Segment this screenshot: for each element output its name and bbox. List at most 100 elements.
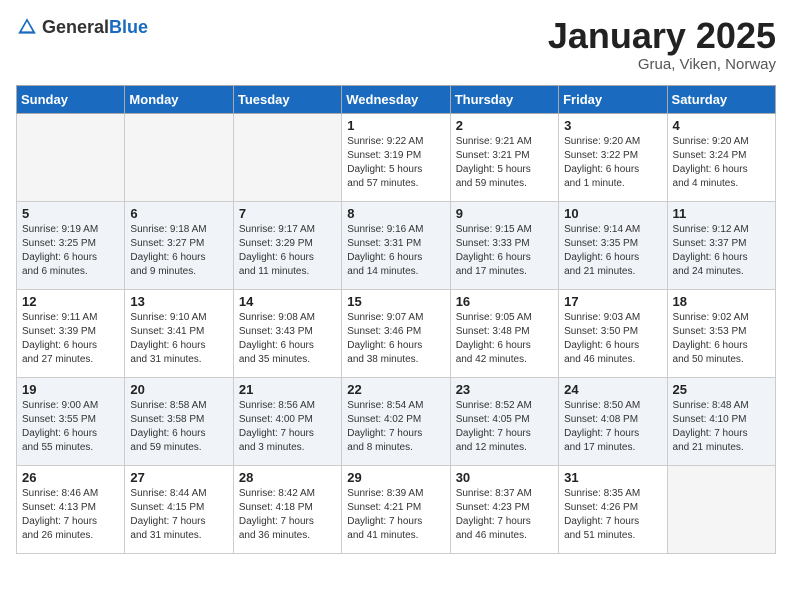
day-detail: Sunrise: 9:00 AM Sunset: 3:55 PM Dayligh… (22, 399, 119, 455)
day-number: 4 (673, 118, 770, 133)
calendar-cell: 13 Sunrise: 9:10 AM Sunset: 3:41 PM Dayli… (125, 289, 233, 377)
calendar-cell: 9 Sunrise: 9:15 AM Sunset: 3:33 PM Daylig… (450, 201, 558, 289)
day-number: 25 (673, 382, 770, 397)
calendar-cell: 2 Sunrise: 9:21 AM Sunset: 3:21 PM Daylig… (450, 113, 558, 201)
day-number: 14 (239, 294, 336, 309)
day-detail: Sunrise: 9:08 AM Sunset: 3:43 PM Dayligh… (239, 311, 336, 367)
day-number: 12 (22, 294, 119, 309)
calendar-cell: 10Sunrise: 9:14 AM Sunset: 3:35 PM Dayli… (559, 201, 667, 289)
day-detail: Sunrise: 9:02 AM Sunset: 3:53 PM Dayligh… (673, 311, 770, 367)
calendar-cell: 18 Sunrise: 9:02 AM Sunset: 3:53 PM Dayli… (667, 289, 775, 377)
day-detail: Sunrise: 9:19 AM Sunset: 3:25 PM Dayligh… (22, 223, 119, 279)
day-number: 22 (347, 382, 444, 397)
calendar-cell: 24Sunrise: 8:50 AM Sunset: 4:08 PM Dayli… (559, 377, 667, 465)
day-detail: Sunrise: 8:35 AM Sunset: 4:26 PM Dayligh… (564, 487, 661, 543)
calendar-cell: 27Sunrise: 8:44 AM Sunset: 4:15 PM Dayli… (125, 465, 233, 553)
calendar-table: SundayMondayTuesdayWednesdayThursdayFrid… (16, 85, 776, 554)
logo: GeneralBlue (16, 16, 148, 38)
calendar-cell: 14 Sunrise: 9:08 AM Sunset: 3:43 PM Dayli… (233, 289, 341, 377)
day-detail: Sunrise: 8:42 AM Sunset: 4:18 PM Dayligh… (239, 487, 336, 543)
day-number: 20 (130, 382, 227, 397)
day-number: 10 (564, 206, 661, 221)
weekday-header-tuesday: Tuesday (233, 85, 341, 113)
day-number: 27 (130, 470, 227, 485)
day-detail: Sunrise: 8:56 AM Sunset: 4:00 PM Dayligh… (239, 399, 336, 455)
day-detail: Sunrise: 8:39 AM Sunset: 4:21 PM Dayligh… (347, 487, 444, 543)
day-detail: Sunrise: 9:05 AM Sunset: 3:48 PM Dayligh… (456, 311, 553, 367)
day-number: 19 (22, 382, 119, 397)
calendar-cell: 29 Sunrise: 8:39 AM Sunset: 4:21 PM Dayli… (342, 465, 450, 553)
day-number: 26 (22, 470, 119, 485)
calendar-cell: 7 Sunrise: 9:17 AM Sunset: 3:29 PM Daylig… (233, 201, 341, 289)
day-detail: Sunrise: 8:50 AM Sunset: 4:08 PM Dayligh… (564, 399, 661, 455)
day-detail: Sunrise: 9:12 AM Sunset: 3:37 PM Dayligh… (673, 223, 770, 279)
calendar-cell: 11 Sunrise: 9:12 AM Sunset: 3:37 PM Dayli… (667, 201, 775, 289)
day-number: 3 (564, 118, 661, 133)
calendar-cell: 31 Sunrise: 8:35 AM Sunset: 4:26 PM Dayli… (559, 465, 667, 553)
day-detail: Sunrise: 9:10 AM Sunset: 3:41 PM Dayligh… (130, 311, 227, 367)
day-number: 30 (456, 470, 553, 485)
day-detail: Sunrise: 9:11 AM Sunset: 3:39 PM Dayligh… (22, 311, 119, 367)
day-number: 17 (564, 294, 661, 309)
day-detail: Sunrise: 9:17 AM Sunset: 3:29 PM Dayligh… (239, 223, 336, 279)
calendar-cell (667, 465, 775, 553)
week-row-2: 12 Sunrise: 9:11 AM Sunset: 3:39 PM Dayli… (17, 289, 776, 377)
calendar-cell: 17 Sunrise: 9:03 AM Sunset: 3:50 PM Dayli… (559, 289, 667, 377)
weekday-header-monday: Monday (125, 85, 233, 113)
day-number: 7 (239, 206, 336, 221)
day-number: 11 (673, 206, 770, 221)
calendar-location: Grua, Viken, Norway (548, 56, 776, 73)
calendar-cell: 3 Sunrise: 9:20 AM Sunset: 3:22 PM Daylig… (559, 113, 667, 201)
day-number: 15 (347, 294, 444, 309)
weekday-header-row: SundayMondayTuesdayWednesdayThursdayFrid… (17, 85, 776, 113)
day-detail: Sunrise: 9:16 AM Sunset: 3:31 PM Dayligh… (347, 223, 444, 279)
calendar-cell: 15 Sunrise: 9:07 AM Sunset: 3:46 PM Dayli… (342, 289, 450, 377)
day-number: 23 (456, 382, 553, 397)
day-detail: Sunrise: 8:37 AM Sunset: 4:23 PM Dayligh… (456, 487, 553, 543)
calendar-cell: 26 Sunrise: 8:46 AM Sunset: 4:13 PM Dayli… (17, 465, 125, 553)
day-detail: Sunrise: 9:20 AM Sunset: 3:22 PM Dayligh… (564, 135, 661, 191)
day-detail: Sunrise: 9:15 AM Sunset: 3:33 PM Dayligh… (456, 223, 553, 279)
page-header: GeneralBlue January 2025 Grua, Viken, No… (16, 16, 776, 73)
calendar-cell: 8 Sunrise: 9:16 AM Sunset: 3:31 PM Daylig… (342, 201, 450, 289)
day-number: 1 (347, 118, 444, 133)
weekday-header-friday: Friday (559, 85, 667, 113)
calendar-cell: 12 Sunrise: 9:11 AM Sunset: 3:39 PM Dayli… (17, 289, 125, 377)
day-detail: Sunrise: 9:18 AM Sunset: 3:27 PM Dayligh… (130, 223, 227, 279)
day-detail: Sunrise: 9:21 AM Sunset: 3:21 PM Dayligh… (456, 135, 553, 191)
calendar-cell: 28 Sunrise: 8:42 AM Sunset: 4:18 PM Dayli… (233, 465, 341, 553)
day-detail: Sunrise: 9:07 AM Sunset: 3:46 PM Dayligh… (347, 311, 444, 367)
day-number: 21 (239, 382, 336, 397)
day-number: 8 (347, 206, 444, 221)
logo-icon (16, 16, 38, 38)
day-number: 6 (130, 206, 227, 221)
day-number: 29 (347, 470, 444, 485)
calendar-cell: 21 Sunrise: 8:56 AM Sunset: 4:00 PM Dayli… (233, 377, 341, 465)
calendar-cell: 25Sunrise: 8:48 AM Sunset: 4:10 PM Dayli… (667, 377, 775, 465)
day-detail: Sunrise: 8:46 AM Sunset: 4:13 PM Dayligh… (22, 487, 119, 543)
weekday-header-sunday: Sunday (17, 85, 125, 113)
day-number: 28 (239, 470, 336, 485)
day-detail: Sunrise: 9:22 AM Sunset: 3:19 PM Dayligh… (347, 135, 444, 191)
calendar-cell: 1 Sunrise: 9:22 AM Sunset: 3:19 PM Daylig… (342, 113, 450, 201)
day-number: 16 (456, 294, 553, 309)
calendar-cell: 22Sunrise: 8:54 AM Sunset: 4:02 PM Dayli… (342, 377, 450, 465)
week-row-4: 26 Sunrise: 8:46 AM Sunset: 4:13 PM Dayli… (17, 465, 776, 553)
calendar-title: January 2025 (548, 16, 776, 56)
day-number: 2 (456, 118, 553, 133)
calendar-cell (233, 113, 341, 201)
week-row-0: 1 Sunrise: 9:22 AM Sunset: 3:19 PM Daylig… (17, 113, 776, 201)
calendar-cell: 4Sunrise: 9:20 AM Sunset: 3:24 PM Daylig… (667, 113, 775, 201)
day-number: 18 (673, 294, 770, 309)
calendar-cell: 20Sunrise: 8:58 AM Sunset: 3:58 PM Dayli… (125, 377, 233, 465)
calendar-cell: 19 Sunrise: 9:00 AM Sunset: 3:55 PM Dayli… (17, 377, 125, 465)
day-number: 31 (564, 470, 661, 485)
day-number: 9 (456, 206, 553, 221)
calendar-cell (17, 113, 125, 201)
week-row-1: 5Sunrise: 9:19 AM Sunset: 3:25 PM Daylig… (17, 201, 776, 289)
logo-text-blue: Blue (109, 17, 148, 37)
calendar-cell: 5Sunrise: 9:19 AM Sunset: 3:25 PM Daylig… (17, 201, 125, 289)
day-number: 13 (130, 294, 227, 309)
day-detail: Sunrise: 9:03 AM Sunset: 3:50 PM Dayligh… (564, 311, 661, 367)
title-block: January 2025 Grua, Viken, Norway (548, 16, 776, 73)
